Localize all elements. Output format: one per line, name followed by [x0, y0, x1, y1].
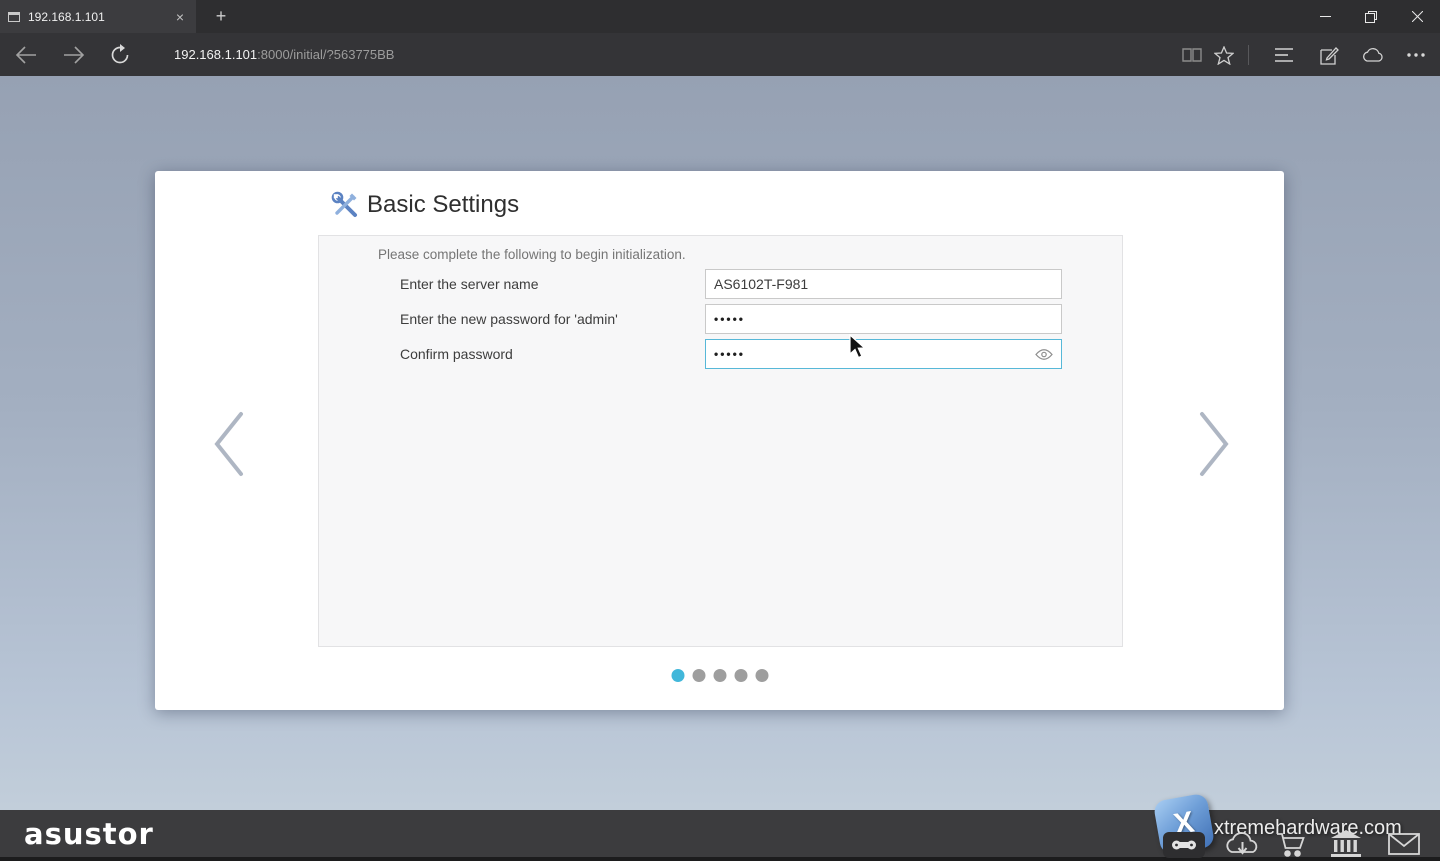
asustor-logo: asustor	[24, 817, 154, 851]
pagination-dot[interactable]	[735, 669, 748, 682]
window-controls	[1302, 0, 1440, 33]
watermark-icons	[1163, 830, 1425, 858]
server-name-label: Enter the server name	[400, 269, 539, 299]
tab-favicon-icon	[8, 12, 20, 22]
wizard-page: Basic Settings Please complete the follo…	[0, 76, 1440, 810]
cloud-download-icon	[1223, 830, 1263, 858]
minimize-button[interactable]	[1302, 0, 1348, 33]
confirm-password-label: Confirm password	[400, 339, 513, 369]
pagination-dots	[668, 669, 773, 687]
url-path: :8000/initial/?563775BB	[257, 47, 394, 62]
tab-close-icon[interactable]: ×	[172, 9, 188, 25]
restore-button[interactable]	[1348, 0, 1394, 33]
previous-step-button[interactable]	[205, 409, 255, 479]
server-name-input[interactable]	[705, 269, 1062, 299]
close-button[interactable]	[1394, 0, 1440, 33]
mail-envelope-icon	[1388, 833, 1420, 855]
reading-view-icon[interactable]	[1176, 39, 1208, 71]
bank-building-icon	[1330, 830, 1362, 858]
browser-tab[interactable]: 192.168.1.101 ×	[0, 0, 196, 33]
new-tab-button[interactable]: +	[206, 0, 236, 33]
pagination-dot[interactable]	[756, 669, 769, 682]
toolbar-divider	[1248, 45, 1249, 65]
url-host: 192.168.1.101	[174, 47, 257, 62]
pagination-dot[interactable]	[672, 669, 685, 682]
tools-icon	[331, 191, 359, 219]
page-title: Basic Settings	[367, 191, 519, 219]
intro-text: Please complete the following to begin i…	[378, 247, 686, 262]
back-button[interactable]	[10, 39, 42, 71]
share-icon[interactable]	[1357, 39, 1389, 71]
pagination-dot[interactable]	[693, 669, 706, 682]
more-options-icon[interactable]	[1400, 39, 1432, 71]
tab-title: 192.168.1.101	[28, 10, 172, 24]
next-step-button[interactable]	[1188, 409, 1238, 479]
forward-button[interactable]	[58, 39, 90, 71]
shopping-cart-icon	[1276, 832, 1306, 858]
basic-settings-card: Basic Settings Please complete the follo…	[155, 171, 1284, 710]
show-password-eye-icon[interactable]	[1035, 348, 1053, 361]
settings-panel: Please complete the following to begin i…	[318, 235, 1123, 647]
new-password-label: Enter the new password for 'admin'	[400, 304, 618, 334]
hub-icon[interactable]	[1268, 39, 1300, 71]
browser-window: 192.168.1.101 × +	[0, 0, 1440, 861]
gamepad-icon	[1163, 832, 1205, 858]
refresh-button[interactable]	[104, 39, 136, 71]
mouse-cursor	[848, 334, 870, 360]
favorite-star-icon[interactable]	[1208, 39, 1240, 71]
address-bar[interactable]: 192.168.1.101:8000/initial/?563775BB	[174, 33, 394, 76]
titlebar: 192.168.1.101 × +	[0, 0, 1440, 33]
web-note-icon[interactable]	[1313, 39, 1345, 71]
new-password-input[interactable]	[705, 304, 1062, 334]
navigation-bar: 192.168.1.101:8000/initial/?563775BB	[0, 33, 1440, 76]
confirm-password-input[interactable]	[705, 339, 1062, 369]
pagination-dot[interactable]	[714, 669, 727, 682]
